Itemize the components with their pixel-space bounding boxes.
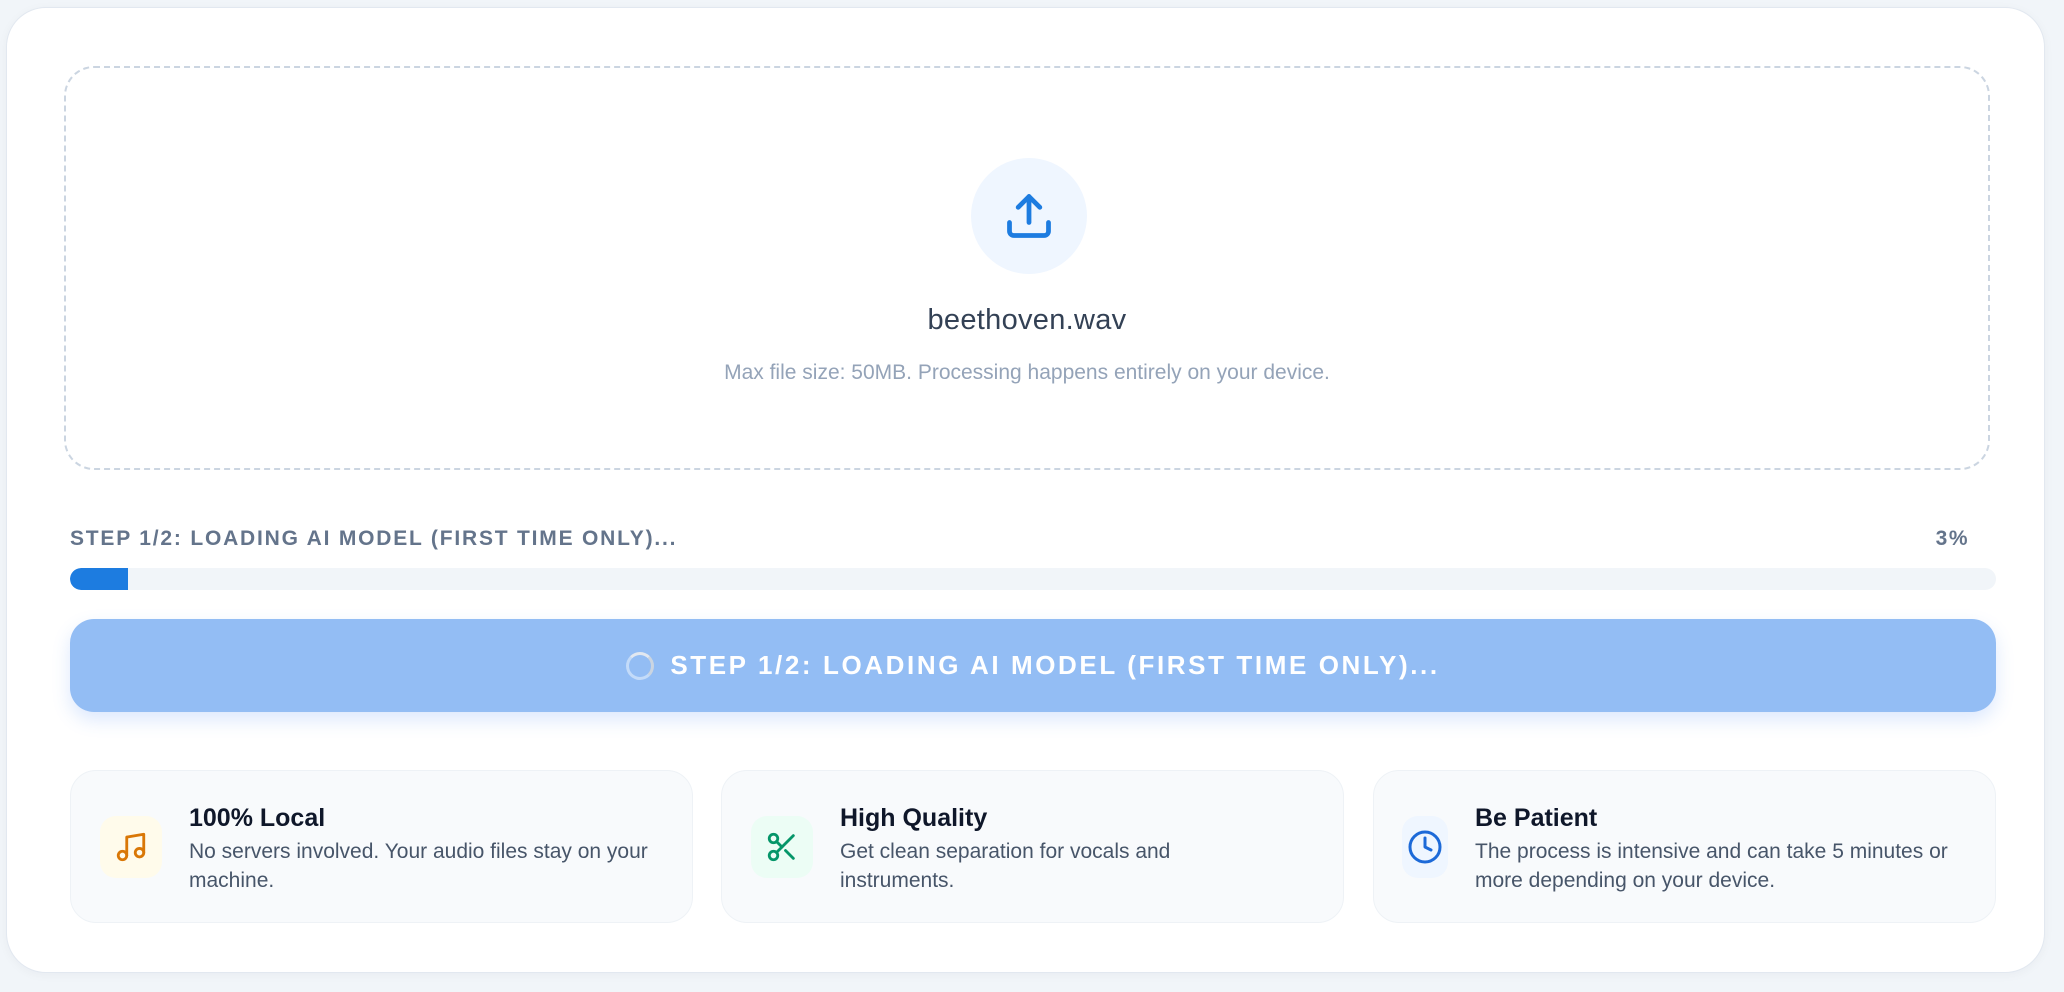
- upload-icon: [1007, 194, 1051, 238]
- clock-icon: [1408, 830, 1442, 864]
- feature-card-local: 100% Local No servers involved. Your aud…: [70, 770, 693, 923]
- feature-title: High Quality: [840, 804, 988, 832]
- upload-hint: Max file size: 50MB. Processing happens …: [724, 361, 1330, 384]
- process-button-label: STEP 1/2: LOADING AI MODEL (FIRST TIME O…: [670, 650, 1440, 680]
- progress-bar-fill: [70, 568, 128, 590]
- feature-description: The process is intensive and can take 5 …: [1475, 840, 1948, 892]
- progress-bar: [70, 568, 1996, 590]
- file-dropzone[interactable]: beethoven.wav Max file size: 50MB. Proce…: [64, 66, 1990, 470]
- scissors-icon: [767, 832, 795, 862]
- spinner-icon: [626, 651, 655, 680]
- progress-status-label: STEP 1/2: LOADING AI MODEL (FIRST TIME O…: [70, 527, 678, 550]
- feature-card-quality: High Quality Get clean separation for vo…: [721, 770, 1344, 923]
- feature-title: 100% Local: [189, 804, 326, 832]
- music-note-icon: [116, 832, 146, 862]
- main-card: beethoven.wav Max file size: 50MB. Proce…: [6, 7, 2045, 973]
- feature-icon-badge: [100, 816, 162, 878]
- upload-icon-circle: [971, 158, 1087, 274]
- feature-icon-badge: [751, 816, 813, 878]
- feature-card-patience: Be Patient The process is intensive and …: [1373, 770, 1996, 923]
- process-button[interactable]: STEP 1/2: LOADING AI MODEL (FIRST TIME O…: [70, 619, 1996, 712]
- feature-description: Get clean separation for vocals and inst…: [840, 840, 1171, 892]
- selected-file-name: beethoven.wav: [927, 304, 1127, 336]
- progress-percent: 3%: [1935, 527, 1969, 550]
- feature-description: No servers involved. Your audio files st…: [189, 840, 648, 892]
- feature-title: Be Patient: [1475, 804, 1598, 832]
- feature-icon-badge: [1402, 816, 1448, 878]
